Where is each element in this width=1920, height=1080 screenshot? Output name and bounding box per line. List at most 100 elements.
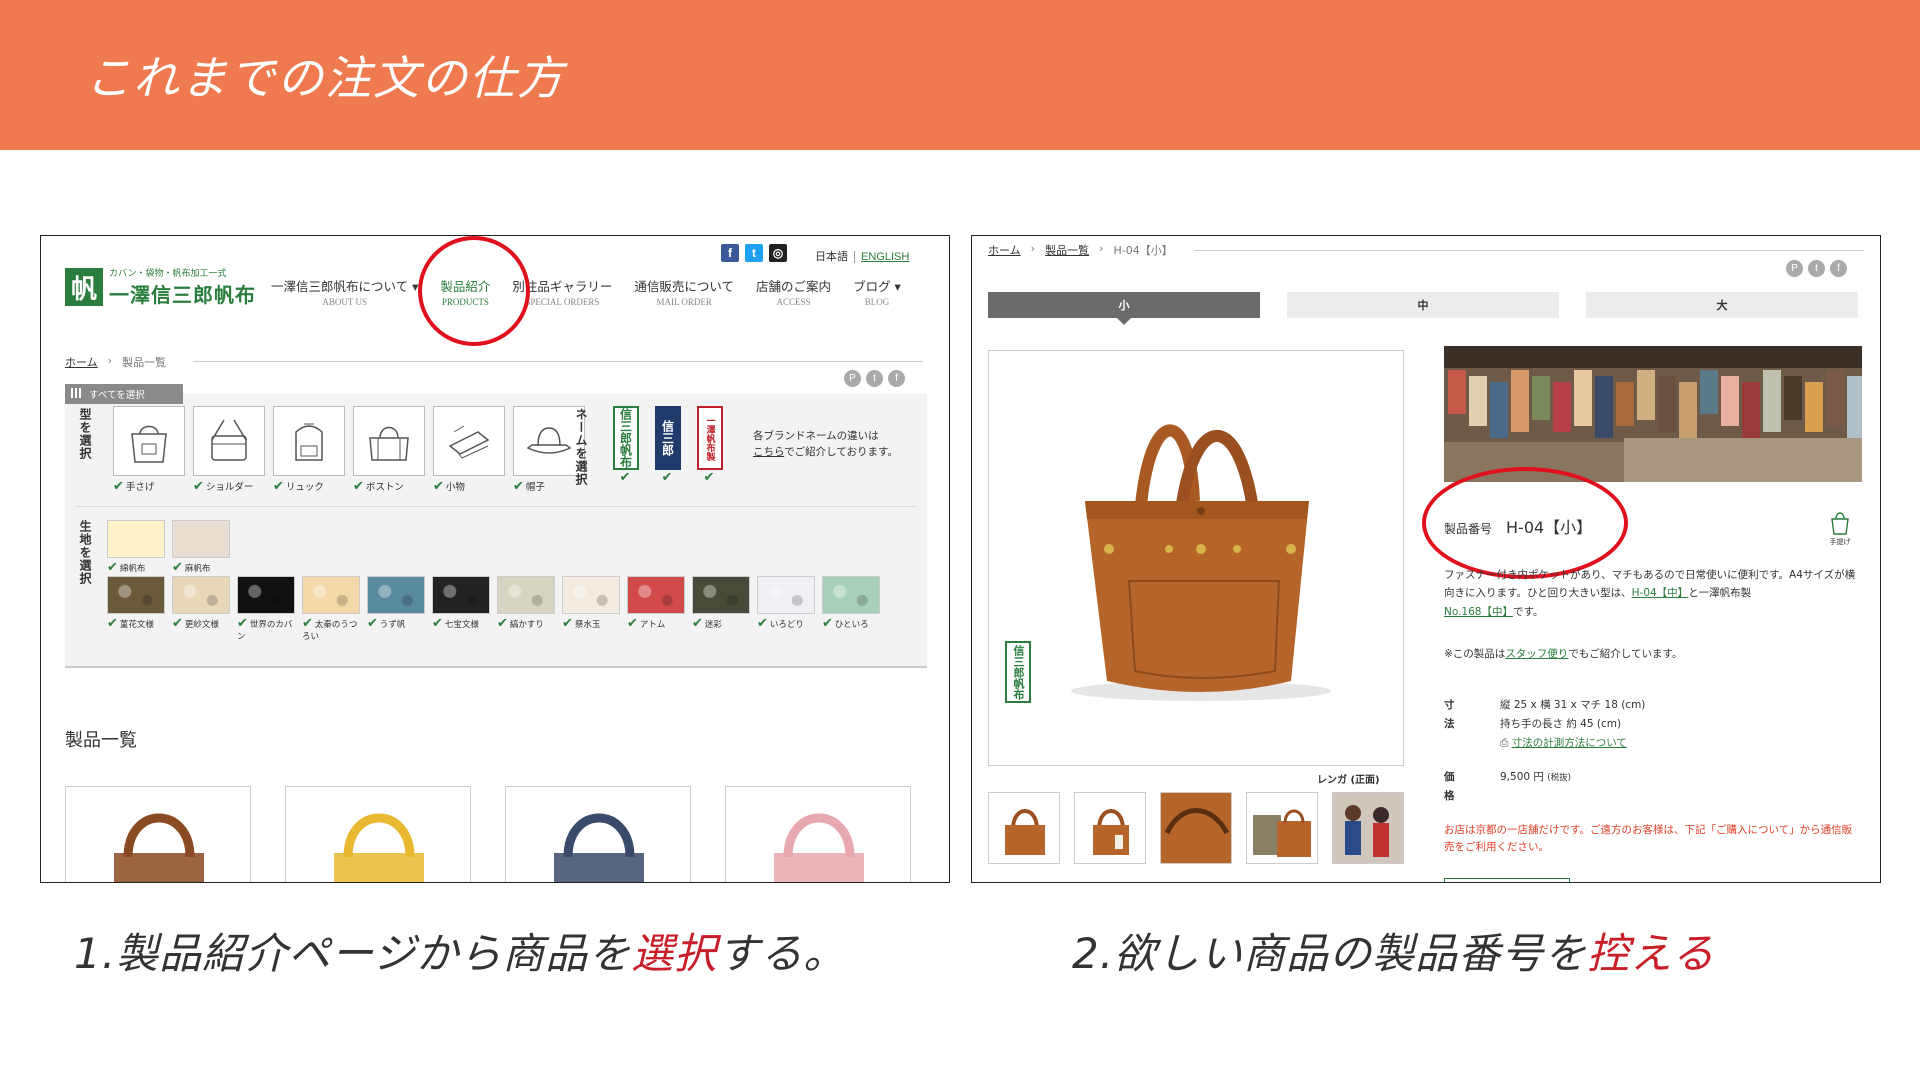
shop-bag-shape bbox=[1616, 382, 1634, 426]
type-option[interactable]: ✔ 手さげ bbox=[113, 406, 185, 494]
image-thumbnail[interactable] bbox=[1160, 792, 1232, 864]
product-card[interactable] bbox=[505, 786, 691, 882]
select-all-button[interactable]: すべてを選択 bbox=[65, 384, 183, 404]
breadcrumb-list[interactable]: 製品一覧 bbox=[1045, 242, 1089, 258]
twitter-share-icon[interactable]: t bbox=[1808, 260, 1825, 277]
tab-size-large[interactable]: 大 bbox=[1586, 292, 1858, 318]
pinterest-icon[interactable]: P bbox=[1786, 260, 1803, 277]
fabric-option[interactable]: ✔ 綿帆布 bbox=[107, 520, 165, 576]
tote-bag-icon bbox=[113, 406, 185, 476]
nav-mail-order[interactable]: 通信販売について MAIL ORDER bbox=[634, 276, 734, 307]
fabric-swatch bbox=[237, 576, 295, 614]
filter-panel: すべてを選択 型を選択 ✔ 手さげ ✔ ショルダー ✔ リュック ✔ ボストン ✔ 小物 bbox=[65, 384, 927, 668]
step1-caption: 1.製品紹介ページから商品を選択する。 bbox=[74, 929, 847, 978]
shop-bag-shape bbox=[1784, 376, 1802, 420]
breadcrumb-home[interactable]: ホーム bbox=[65, 354, 98, 370]
site-logo[interactable]: 帆 カバン・袋物・帆布加工一式 一澤信三郎帆布 bbox=[65, 266, 256, 308]
fabric-option[interactable]: ✔ 太秦のうつろい bbox=[302, 576, 360, 643]
fabric-swatch bbox=[172, 576, 230, 614]
type-option[interactable]: ✔ ボストン bbox=[353, 406, 425, 494]
image-thumbnail[interactable] bbox=[1246, 792, 1318, 864]
fabric-swatch bbox=[107, 576, 165, 614]
fabric-swatch bbox=[367, 576, 425, 614]
product-card[interactable] bbox=[725, 786, 911, 882]
type-option[interactable]: ✔ ショルダー bbox=[193, 406, 265, 494]
tab-size-small[interactable]: 小 bbox=[988, 292, 1260, 325]
product-card[interactable] bbox=[285, 786, 471, 882]
breadcrumb-home[interactable]: ホーム bbox=[988, 242, 1021, 258]
products-page-screenshot: f t ◎ 日本語 ENGLISH 帆 カバン・袋物・帆布加工一式 一澤信三郎帆布… bbox=[40, 235, 950, 883]
facebook-icon[interactable]: f bbox=[721, 244, 739, 262]
type-filter-label: 型を選択 bbox=[78, 408, 92, 460]
fabric-option[interactable]: ✔ ひといろ bbox=[822, 576, 880, 643]
facebook-share-icon[interactable]: f bbox=[888, 370, 905, 387]
social-links: f t ◎ bbox=[721, 244, 787, 262]
fabric-option[interactable]: ✔ うず帆 bbox=[367, 576, 425, 643]
lang-jp-link[interactable]: 日本語 bbox=[815, 251, 848, 263]
staff-blog-link[interactable]: スタッフ便り bbox=[1505, 648, 1568, 660]
fabric-swatch bbox=[432, 576, 490, 614]
fabric-option[interactable]: ✔ 迷彩 bbox=[692, 576, 750, 643]
fabric-swatch bbox=[627, 576, 685, 614]
shop-bag-shape bbox=[1595, 376, 1613, 438]
fabric-option[interactable]: ✔ 縞かすり bbox=[497, 576, 555, 643]
lang-en-link[interactable]: ENGLISH bbox=[854, 251, 910, 263]
measure-method-link[interactable]: 寸法の計測方法について bbox=[1512, 737, 1627, 749]
size-tabs: 小 中 大 bbox=[988, 292, 1858, 325]
product-card[interactable] bbox=[65, 786, 251, 882]
image-thumbnail[interactable] bbox=[988, 792, 1060, 864]
bag-thumbnail-icon bbox=[774, 813, 864, 882]
shop-bag-shape bbox=[1721, 376, 1739, 426]
brand-option[interactable]: 一澤帆布製 ✔ bbox=[697, 406, 723, 485]
shop-bag-shape bbox=[1763, 370, 1781, 432]
boston-bag-icon bbox=[353, 406, 425, 476]
twitter-icon[interactable]: t bbox=[745, 244, 763, 262]
shop-bag-shape bbox=[1511, 370, 1529, 432]
fabric-name: アトム bbox=[639, 620, 666, 630]
facebook-share-icon[interactable]: f bbox=[1830, 260, 1847, 277]
fabric-option[interactable]: ✔ 菫花文様 bbox=[107, 576, 165, 643]
pinterest-icon[interactable]: P bbox=[844, 370, 861, 387]
fabric-option[interactable]: ✔ いろどり bbox=[757, 576, 815, 643]
nav-access[interactable]: 店舗のご案内 ACCESS bbox=[756, 276, 831, 307]
instagram-icon[interactable]: ◎ bbox=[769, 244, 787, 262]
highlight-circle-products bbox=[418, 236, 530, 346]
shop-bag-shape bbox=[1637, 370, 1655, 420]
shop-bag-shape bbox=[1805, 382, 1823, 432]
fabric-name: ひといろ bbox=[834, 620, 869, 630]
purchase-button[interactable] bbox=[1444, 878, 1570, 882]
nav-about[interactable]: 一澤信三郎帆布について ▾ ABOUT US bbox=[271, 276, 418, 307]
type-filter-row: ✔ 手さげ ✔ ショルダー ✔ リュック ✔ ボストン ✔ 小物 ✔ 帽子 bbox=[113, 406, 585, 494]
shop-bag-shape bbox=[1679, 382, 1697, 444]
breadcrumb-sep: › bbox=[107, 354, 113, 367]
tab-size-medium[interactable]: 中 bbox=[1287, 292, 1559, 318]
fabric-option[interactable]: ✔ アトム bbox=[627, 576, 685, 643]
shop-bag-shape bbox=[1490, 382, 1508, 438]
link-no168-medium[interactable]: No.168【中】 bbox=[1444, 606, 1513, 618]
fabric-option[interactable]: ✔ 祭水玉 bbox=[562, 576, 620, 643]
image-thumbnail[interactable] bbox=[1332, 792, 1404, 864]
main-product-image[interactable]: 信三郎帆布 bbox=[988, 350, 1404, 766]
language-switch: 日本語 ENGLISH bbox=[815, 248, 910, 264]
type-option[interactable]: ✔ 小物 bbox=[433, 406, 505, 494]
fabric-option[interactable]: ✔ 七宝文様 bbox=[432, 576, 490, 643]
fabric-name: 縞かすり bbox=[509, 620, 544, 630]
type-option[interactable]: ✔ リュック bbox=[273, 406, 345, 494]
image-thumbnail[interactable] bbox=[1074, 792, 1146, 864]
brand-filter-row: 信三郎帆布 ✔ 信三郎 ✔ 一澤帆布製 ✔ bbox=[613, 406, 723, 485]
fabric-option[interactable]: ✔ 更紗文様 bbox=[172, 576, 230, 643]
brand-note-link[interactable]: こちら bbox=[753, 446, 784, 458]
nav-blog[interactable]: ブログ ▾ BLOG bbox=[853, 276, 901, 307]
shop-bag-shape bbox=[1553, 382, 1571, 432]
brand-option[interactable]: 信三郎帆布 ✔ bbox=[613, 406, 639, 485]
fabric-name: 七宝文様 bbox=[444, 620, 479, 630]
product-detail-screenshot: ホーム › 製品一覧 › H-04【小】 P t f 小 中 大 信三郎帆布 レ… bbox=[971, 235, 1881, 883]
spec-price: 価 格 9,500 円 (税抜) bbox=[1444, 771, 1571, 802]
twitter-share-icon[interactable]: t bbox=[866, 370, 883, 387]
pouch-icon bbox=[433, 406, 505, 476]
link-h04-medium[interactable]: H-04【中】 bbox=[1632, 587, 1689, 599]
step2-caption: 2.欲しい商品の製品番号を控える bbox=[1072, 929, 1715, 978]
fabric-option[interactable]: ✔ 麻帆布 bbox=[172, 520, 230, 576]
brand-option[interactable]: 信三郎 ✔ bbox=[655, 406, 681, 485]
fabric-option[interactable]: ✔ 世界のカバン bbox=[237, 576, 295, 643]
